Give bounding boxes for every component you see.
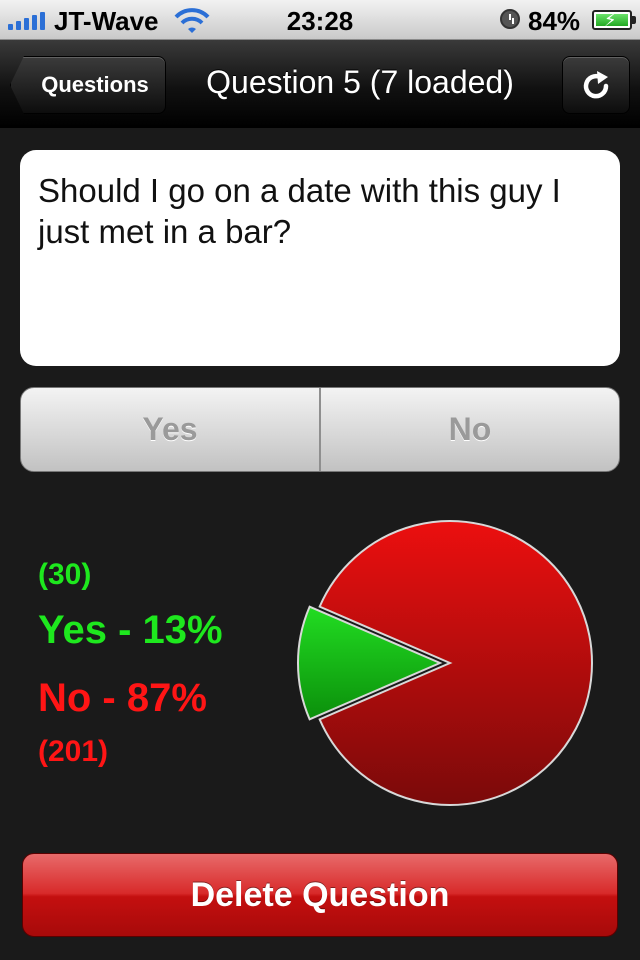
no-count: (201) <box>38 735 109 768</box>
answer-segmented-control: Yes No <box>20 387 620 472</box>
back-button[interactable]: Questions <box>10 56 166 114</box>
results-pie-chart <box>297 520 593 806</box>
yes-segment[interactable]: Yes <box>21 388 319 471</box>
yes-percentage-label: Yes - 13% <box>38 608 223 652</box>
battery-charging-icon: ⚡ <box>592 10 636 30</box>
navigation-bar: Questions Question 5 (7 loaded) <box>0 40 640 128</box>
page-title: Question 5 (7 loaded) <box>206 64 514 100</box>
yes-count: (30) <box>38 558 92 591</box>
clock-icon <box>500 9 520 29</box>
battery-percent: 84% <box>528 6 581 36</box>
no-segment[interactable]: No <box>319 388 619 471</box>
refresh-button[interactable] <box>562 56 630 114</box>
no-percentage-label: No - 87% <box>38 676 207 720</box>
question-text: Should I go on a date with this guy I ju… <box>20 150 620 366</box>
status-bar: JT-Wave 23:28 84% ⚡ <box>0 0 640 40</box>
refresh-icon <box>583 71 609 99</box>
delete-question-button[interactable]: Delete Question <box>22 853 618 937</box>
